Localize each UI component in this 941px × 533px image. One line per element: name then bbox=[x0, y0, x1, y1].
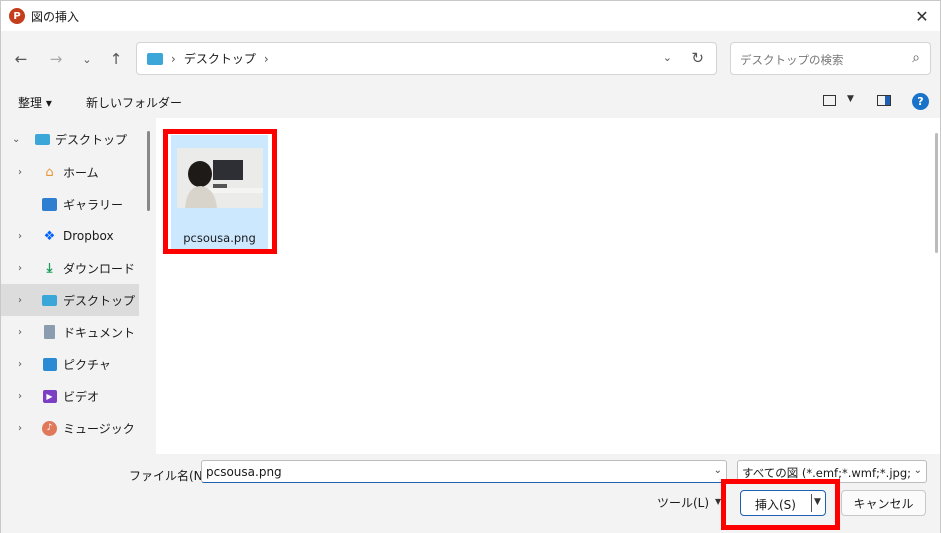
sidebar-item-gallery[interactable]: ギャラリー bbox=[1, 188, 139, 220]
sidebar-item-label: ミュージック bbox=[63, 421, 135, 436]
filename-value[interactable]: pcsousa.png bbox=[206, 465, 282, 479]
highlight-box-file bbox=[163, 129, 277, 254]
organize-button[interactable]: 整理 ▾ bbox=[18, 94, 52, 111]
view-dropdown-icon[interactable]: ▼ bbox=[847, 94, 854, 104]
back-arrow-icon[interactable]: ← bbox=[11, 50, 31, 68]
sidebar-item-documents[interactable]: › ドキュメント bbox=[1, 316, 139, 348]
sidebar-item-label: ホーム bbox=[63, 165, 99, 180]
expand-arrow-icon[interactable]: › bbox=[18, 263, 22, 274]
sidebar-scrollbar[interactable] bbox=[147, 131, 150, 211]
forward-arrow-icon[interactable]: → bbox=[46, 50, 66, 68]
up-arrow-icon[interactable]: ↑ bbox=[106, 50, 126, 68]
sidebar-item-label: ギャラリー bbox=[63, 197, 124, 212]
powerpoint-icon: P bbox=[9, 8, 25, 24]
sidebar-item-desktop-root[interactable]: ⌄ デスクトップ bbox=[1, 123, 139, 155]
sidebar-item-downloads[interactable]: › ⤓ ダウンロード bbox=[1, 252, 139, 284]
preview-pane-icon[interactable] bbox=[877, 95, 891, 106]
documents-icon bbox=[41, 324, 58, 340]
navigation-pane: ⌄ デスクトップ › ⌂ ホーム ギャラリー › ❖ Dropbox › ⤓ ダ… bbox=[1, 118, 151, 454]
expand-arrow-icon[interactable]: › bbox=[18, 391, 22, 402]
expand-arrow-icon[interactable]: › bbox=[18, 295, 22, 306]
refresh-icon[interactable]: ↻ bbox=[691, 49, 704, 67]
highlight-box-insert bbox=[721, 479, 840, 530]
sidebar-item-home[interactable]: › ⌂ ホーム bbox=[1, 156, 139, 188]
close-icon[interactable]: ✕ bbox=[912, 6, 932, 26]
desktop-icon bbox=[34, 131, 51, 147]
search-icon[interactable]: ⌕ bbox=[912, 50, 920, 66]
expand-arrow-icon[interactable]: › bbox=[18, 359, 22, 370]
new-folder-button[interactable]: 新しいフォルダー bbox=[86, 94, 182, 111]
expand-arrow-icon[interactable]: › bbox=[18, 423, 22, 434]
expand-arrow-icon[interactable]: › bbox=[18, 167, 22, 178]
filename-field[interactable]: pcsousa.png ⌄ bbox=[201, 460, 727, 483]
sidebar-item-desktop[interactable]: › デスクトップ bbox=[1, 284, 139, 316]
sidebar-item-videos[interactable]: › ▶ ビデオ bbox=[1, 380, 139, 412]
tools-button[interactable]: ツール(L) bbox=[657, 494, 709, 511]
command-bar: 整理 ▾ 新しいフォルダー ▼ ? bbox=[1, 85, 940, 118]
desktop-icon bbox=[41, 292, 58, 308]
pictures-icon bbox=[41, 356, 58, 372]
dialog-title: 図の挿入 bbox=[31, 9, 80, 24]
search-box[interactable]: デスクトップの検索 ⌕ bbox=[730, 42, 931, 75]
insert-picture-dialog: P 図の挿入 ✕ ← → ⌄ ↑ › デスクトップ › ⌄ ↻ デスクトップの検… bbox=[0, 0, 941, 533]
expand-chevron-icon[interactable]: ⌄ bbox=[12, 134, 20, 145]
sidebar-item-label: デスクトップ bbox=[63, 293, 136, 308]
breadcrumb-separator-end[interactable]: › bbox=[264, 52, 269, 66]
sidebar-item-dropbox[interactable]: › ❖ Dropbox bbox=[1, 220, 139, 252]
sidebar-item-music[interactable]: › ♪ ミュージック bbox=[1, 412, 139, 444]
sidebar-item-label: Dropbox bbox=[63, 229, 114, 243]
sidebar-item-label: デスクトップ bbox=[55, 132, 128, 147]
address-bar[interactable]: › デスクトップ › ⌄ ↻ bbox=[136, 42, 717, 75]
home-icon: ⌂ bbox=[45, 164, 54, 180]
recent-locations-chevron-icon[interactable]: ⌄ bbox=[77, 50, 97, 68]
desktop-folder-icon bbox=[147, 52, 163, 65]
search-input[interactable]: デスクトップの検索 bbox=[740, 52, 844, 68]
dropbox-icon: ❖ bbox=[43, 228, 56, 244]
breadcrumb-desktop[interactable]: デスクトップ bbox=[184, 50, 256, 67]
title-bar: P 図の挿入 ✕ bbox=[1, 1, 940, 31]
chevron-down-icon[interactable]: ⌄ bbox=[663, 51, 672, 64]
sidebar-item-label: ダウンロード bbox=[63, 261, 136, 276]
navigation-bar: ← → ⌄ ↑ › デスクトップ › ⌄ ↻ デスクトップの検索 ⌕ bbox=[1, 31, 940, 85]
file-list-scrollbar[interactable] bbox=[935, 133, 938, 253]
sidebar-item-label: ビデオ bbox=[63, 389, 100, 404]
view-options-icon[interactable] bbox=[823, 95, 836, 106]
cancel-button[interactable]: キャンセル bbox=[841, 490, 926, 516]
breadcrumb-separator: › bbox=[171, 51, 176, 66]
videos-icon: ▶ bbox=[41, 388, 58, 404]
filename-label: ファイル名(N): bbox=[129, 469, 212, 483]
expand-arrow-icon[interactable]: › bbox=[18, 327, 22, 338]
help-icon[interactable]: ? bbox=[912, 93, 929, 110]
gallery-icon bbox=[41, 196, 58, 212]
expand-arrow-icon[interactable]: › bbox=[18, 231, 22, 242]
chevron-down-icon[interactable]: ⌄ bbox=[714, 465, 722, 476]
sidebar-item-label: ピクチャ bbox=[63, 357, 111, 372]
sidebar-item-label: ドキュメント bbox=[63, 325, 136, 340]
music-icon: ♪ bbox=[41, 420, 58, 436]
download-icon: ⤓ bbox=[46, 260, 53, 276]
sidebar-item-pictures[interactable]: › ピクチャ bbox=[1, 348, 139, 380]
chevron-down-icon[interactable]: ⌄ bbox=[913, 465, 922, 476]
